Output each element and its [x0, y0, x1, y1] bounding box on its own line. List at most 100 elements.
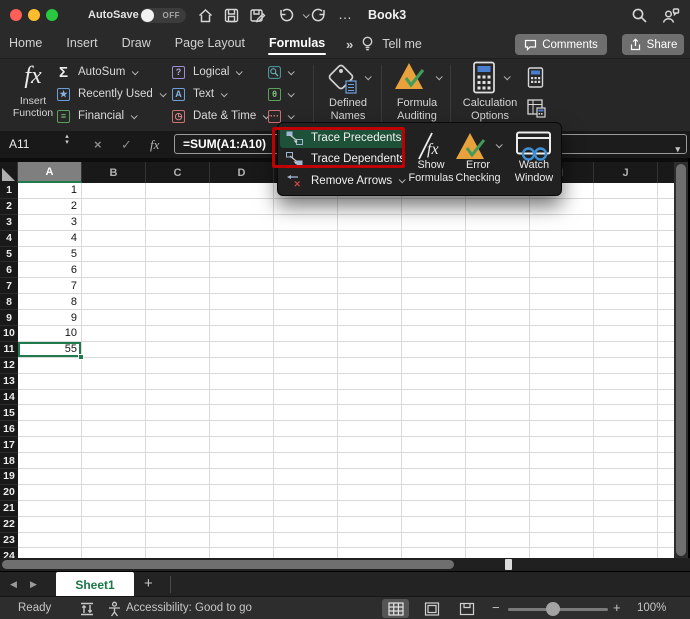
cell-j7[interactable]: [594, 278, 658, 294]
cell-c16[interactable]: [146, 421, 210, 437]
cell-i7[interactable]: [530, 278, 594, 294]
cell-f4[interactable]: [338, 231, 402, 247]
row-header-21[interactable]: 21: [0, 501, 18, 517]
cell-c20[interactable]: [146, 485, 210, 501]
cell-c17[interactable]: [146, 437, 210, 453]
cell-h12[interactable]: [466, 358, 530, 374]
name-box-stepper[interactable]: ▴ ▾: [62, 134, 72, 145]
insert-function-button[interactable]: fx Insert Function: [4, 61, 62, 130]
cell-f8[interactable]: [338, 294, 402, 310]
row-header-17[interactable]: 17: [0, 437, 18, 453]
normal-view-button[interactable]: [382, 599, 409, 618]
zoom-window-button[interactable]: [46, 9, 58, 21]
text-button[interactable]: AText: [172, 83, 268, 105]
cell-i19[interactable]: [530, 469, 594, 485]
row-header-20[interactable]: 20: [0, 485, 18, 501]
cell-partial[interactable]: [658, 517, 674, 533]
cell-c24[interactable]: [146, 548, 210, 558]
cell-g24[interactable]: [402, 548, 466, 558]
cell-partial[interactable]: [658, 374, 674, 390]
cell-c3[interactable]: [146, 215, 210, 231]
cell-f11[interactable]: [338, 342, 402, 358]
cell-g10[interactable]: [402, 326, 466, 342]
horizontal-scrollbar[interactable]: [0, 558, 690, 571]
cell-c5[interactable]: [146, 247, 210, 263]
cell-j11[interactable]: [594, 342, 658, 358]
cell-g4[interactable]: [402, 231, 466, 247]
cell-b1[interactable]: [82, 183, 146, 199]
cell-g6[interactable]: [402, 262, 466, 278]
cell-b15[interactable]: [82, 405, 146, 421]
undo-icon[interactable]: [276, 6, 294, 24]
sheet-tab-sheet1[interactable]: Sheet1: [56, 572, 134, 597]
cell-f16[interactable]: [338, 421, 402, 437]
cell-e2[interactable]: [274, 199, 338, 215]
selection-mode-icon[interactable]: [78, 600, 95, 617]
cell-b9[interactable]: [82, 310, 146, 326]
cell-a15[interactable]: [18, 405, 82, 421]
cell-d24[interactable]: [210, 548, 274, 558]
cell-d1[interactable]: [210, 183, 274, 199]
cell-f23[interactable]: [338, 533, 402, 549]
cell-partial[interactable]: [658, 390, 674, 406]
cell-d12[interactable]: [210, 358, 274, 374]
tell-me-search[interactable]: Tell me: [382, 37, 422, 51]
cell-c8[interactable]: [146, 294, 210, 310]
cell-f20[interactable]: [338, 485, 402, 501]
cell-a24[interactable]: [18, 548, 82, 558]
cell-h3[interactable]: [466, 215, 530, 231]
cell-e11[interactable]: [274, 342, 338, 358]
cell-d3[interactable]: [210, 215, 274, 231]
cell-h4[interactable]: [466, 231, 530, 247]
cell-a21[interactable]: [18, 501, 82, 517]
cell-i5[interactable]: [530, 247, 594, 263]
cell-partial[interactable]: [658, 215, 674, 231]
cell-e20[interactable]: [274, 485, 338, 501]
cell-f18[interactable]: [338, 453, 402, 469]
cell-h8[interactable]: [466, 294, 530, 310]
cell-i10[interactable]: [530, 326, 594, 342]
cell-j18[interactable]: [594, 453, 658, 469]
cell-g18[interactable]: [402, 453, 466, 469]
cell-c1[interactable]: [146, 183, 210, 199]
cell-a5[interactable]: 5: [18, 247, 82, 263]
minimize-window-button[interactable]: [28, 9, 40, 21]
formula-bar-expand-icon[interactable]: ▾: [675, 140, 680, 158]
row-header-3[interactable]: 3: [0, 215, 18, 231]
date-time-button[interactable]: ◷Date & Time: [172, 105, 268, 127]
cell-j10[interactable]: [594, 326, 658, 342]
cell-c11[interactable]: [146, 342, 210, 358]
cell-i21[interactable]: [530, 501, 594, 517]
row-header-8[interactable]: 8: [0, 294, 18, 310]
cell-c21[interactable]: [146, 501, 210, 517]
cell-h2[interactable]: [466, 199, 530, 215]
cell-g13[interactable]: [402, 374, 466, 390]
financial-button[interactable]: ≡Financial: [57, 105, 165, 127]
cell-j19[interactable]: [594, 469, 658, 485]
cell-g14[interactable]: [402, 390, 466, 406]
cell-d13[interactable]: [210, 374, 274, 390]
cell-f15[interactable]: [338, 405, 402, 421]
zoom-out-button[interactable]: −: [492, 597, 500, 619]
cell-i23[interactable]: [530, 533, 594, 549]
cell-f12[interactable]: [338, 358, 402, 374]
cell-c22[interactable]: [146, 517, 210, 533]
save-icon[interactable]: [222, 6, 240, 24]
cell-g22[interactable]: [402, 517, 466, 533]
cell-f13[interactable]: [338, 374, 402, 390]
tab-home[interactable]: Home: [8, 30, 43, 58]
cell-h19[interactable]: [466, 469, 530, 485]
lookup-reference-button[interactable]: [268, 61, 293, 83]
row-header-12[interactable]: 12: [0, 358, 18, 374]
accessibility-icon[interactable]: [106, 600, 123, 617]
cell-a20[interactable]: [18, 485, 82, 501]
recently-used-button[interactable]: ★Recently Used: [57, 83, 165, 105]
cell-i17[interactable]: [530, 437, 594, 453]
cell-partial[interactable]: [658, 405, 674, 421]
cell-h24[interactable]: [466, 548, 530, 558]
fill-handle[interactable]: [78, 354, 84, 360]
cell-j5[interactable]: [594, 247, 658, 263]
cell-h23[interactable]: [466, 533, 530, 549]
column-header-partial[interactable]: [658, 162, 674, 183]
math-trig-button[interactable]: θ: [268, 83, 293, 105]
